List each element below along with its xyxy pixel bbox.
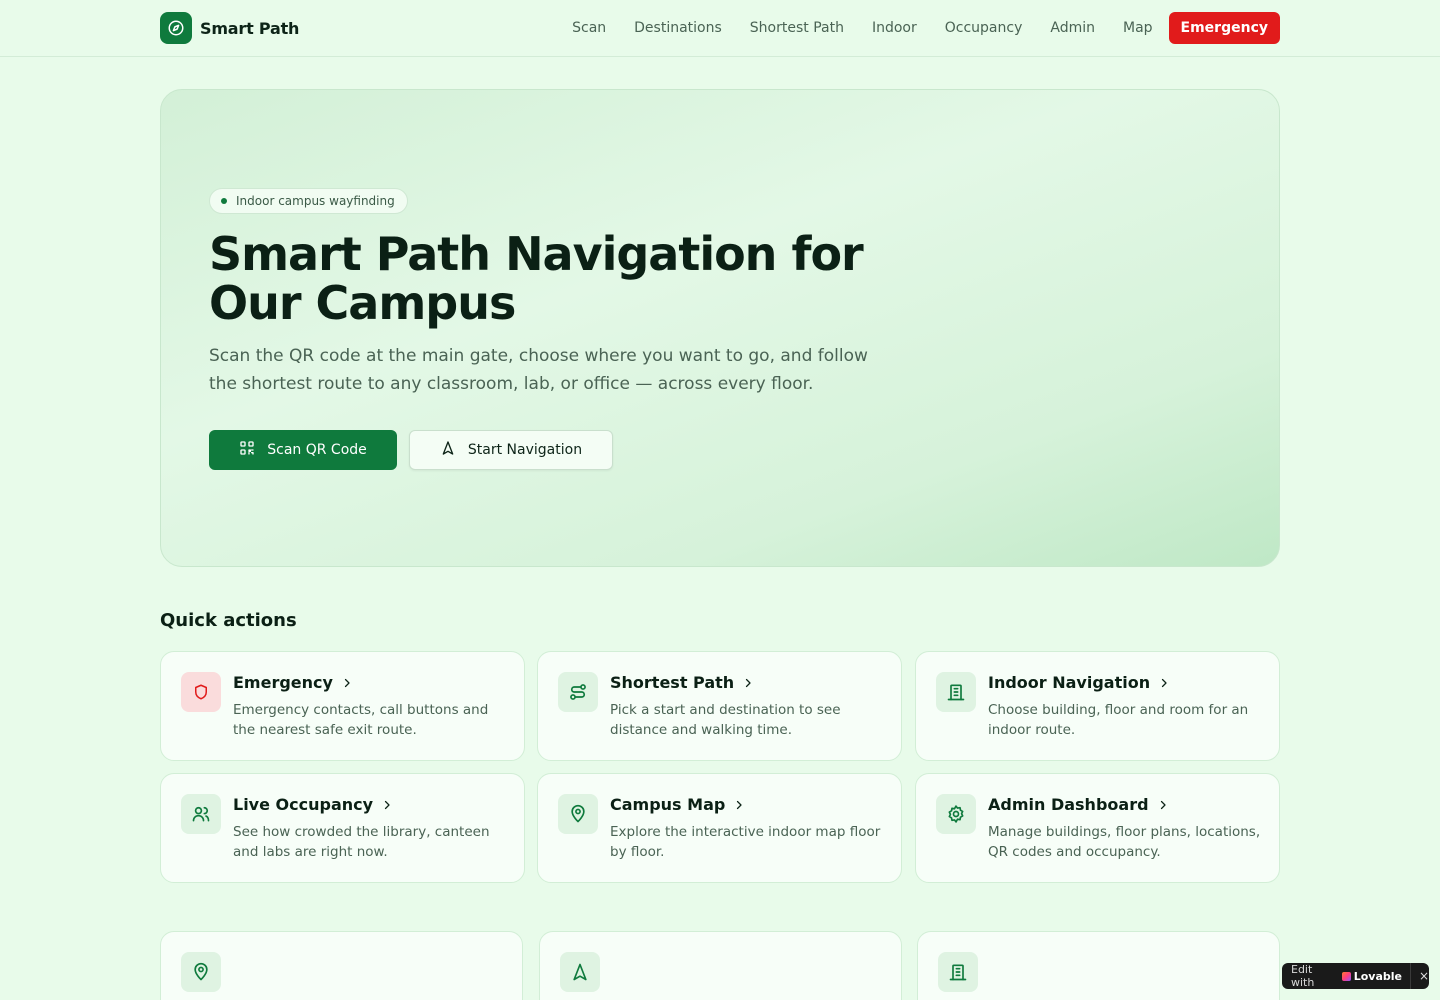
lovable-logo-icon (1342, 971, 1351, 981)
card-live-occupancy[interactable]: Live Occupancy See how crowded the libra… (160, 773, 525, 883)
card-indoor-navigation-desc: Choose building, floor and room for an i… (988, 702, 1249, 738)
building-icon (938, 952, 978, 992)
card-emergency-title: Emergency (233, 673, 333, 692)
chevron-right-icon (742, 677, 754, 689)
card-admin-dashboard-title: Admin Dashboard (988, 795, 1149, 814)
card-shortest-path[interactable]: Shortest Path Pick a start and destinati… (537, 651, 902, 761)
card-campus-map-desc: Explore the interactive indoor map floor… (610, 824, 881, 860)
lovable-edit-label: Edit with (1291, 963, 1315, 989)
chevron-right-icon (733, 799, 745, 811)
chevron-right-icon (381, 799, 393, 811)
map-pin-icon (181, 952, 221, 992)
nav-scan[interactable]: Scan (558, 12, 620, 44)
nav-map[interactable]: Map (1109, 12, 1167, 44)
start-navigation-label: Start Navigation (467, 442, 583, 458)
nav-shortest-path[interactable]: Shortest Path (736, 12, 858, 44)
navigation-icon (560, 952, 600, 992)
chevron-right-icon (1157, 799, 1169, 811)
hero-title: Smart Path Navigation for Our Campus (209, 227, 864, 330)
card-emergency[interactable]: Emergency Emergency contacts, call butto… (160, 651, 525, 761)
map-pin-icon (558, 794, 598, 834)
navigation-icon (440, 440, 456, 460)
nav-indoor[interactable]: Indoor (858, 12, 931, 44)
card-live-occupancy-desc: See how crowded the library, canteen and… (233, 824, 490, 860)
card-shortest-path-desc: Pick a start and destination to see dist… (610, 702, 841, 738)
status-dot (221, 198, 227, 204)
card-indoor-navigation[interactable]: Indoor Navigation Choose building, floor… (915, 651, 1280, 761)
chevron-right-icon (1158, 677, 1170, 689)
nav-occupancy[interactable]: Occupancy (931, 12, 1037, 44)
scan-qr-label: Scan QR Code (267, 442, 367, 458)
users-icon (181, 794, 221, 834)
close-icon[interactable]: × (1419, 969, 1429, 983)
qr-code-icon (239, 440, 255, 460)
lovable-badge[interactable]: Edit with Lovable × (1282, 963, 1429, 989)
main-nav: Scan Destinations Shortest Path Indoor O… (558, 12, 1280, 44)
chevron-right-icon (341, 677, 353, 689)
card-campus-map[interactable]: Campus Map Explore the interactive indoo… (537, 773, 902, 883)
hero-badge-label: Indoor campus wayfinding (236, 194, 395, 208)
start-navigation-button[interactable]: Start Navigation (409, 430, 613, 470)
shield-icon (181, 672, 221, 712)
feature-card (917, 931, 1280, 1000)
quick-actions-title: Quick actions (160, 610, 297, 631)
card-live-occupancy-title: Live Occupancy (233, 795, 374, 814)
card-title: Admin Dashboard (988, 795, 1169, 814)
card-campus-map-title: Campus Map (610, 795, 726, 814)
card-title: Indoor Navigation (988, 673, 1170, 692)
feature-card (160, 931, 523, 1000)
hero-badge: Indoor campus wayfinding (209, 188, 408, 214)
card-shortest-path-title: Shortest Path (610, 673, 735, 692)
card-indoor-navigation-title: Indoor Navigation (988, 673, 1151, 692)
card-emergency-desc: Emergency contacts, call buttons and the… (233, 702, 489, 738)
nav-admin[interactable]: Admin (1036, 12, 1109, 44)
brand[interactable]: Smart Path (160, 12, 299, 44)
route-icon (558, 672, 598, 712)
card-admin-dashboard-desc: Manage buildings, floor plans, locations… (988, 824, 1261, 860)
card-title: Shortest Path (610, 673, 754, 692)
divider (1409, 963, 1411, 989)
card-title: Campus Map (610, 795, 745, 814)
feature-card (539, 931, 902, 1000)
scan-qr-button[interactable]: Scan QR Code (209, 430, 397, 470)
emergency-button[interactable]: Emergency (1168, 12, 1280, 44)
gear-icon (936, 794, 976, 834)
nav-destinations[interactable]: Destinations (620, 12, 736, 44)
top-navbar: Smart Path Scan Destinations Shortest Pa… (0, 0, 1440, 57)
building-icon (936, 672, 976, 712)
hero-section: Indoor campus wayfinding Smart Path Navi… (160, 89, 1280, 567)
card-admin-dashboard[interactable]: Admin Dashboard Manage buildings, floor … (915, 773, 1280, 883)
brand-name: Smart Path (200, 18, 300, 38)
lovable-brand-label: Lovable (1353, 969, 1402, 983)
card-title: Live Occupancy (233, 795, 393, 814)
card-title: Emergency (233, 673, 353, 692)
hero-subtitle: Scan the QR code at the main gate, choos… (209, 346, 868, 394)
compass-icon (160, 12, 192, 44)
